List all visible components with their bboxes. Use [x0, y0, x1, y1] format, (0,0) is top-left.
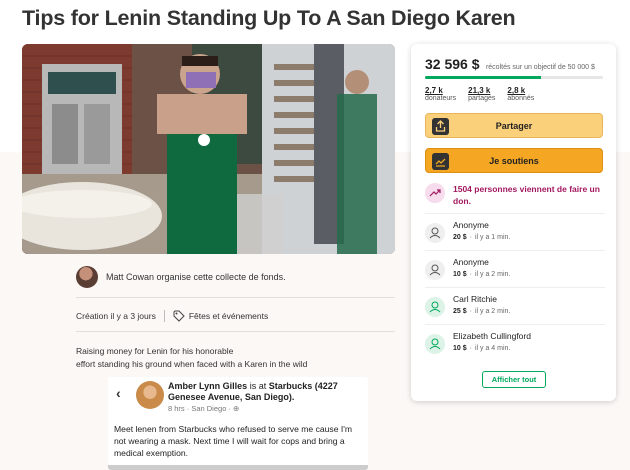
- donor-name: Anonyme: [453, 257, 489, 267]
- donor-detail: 10 $ · il y a 2 min.: [453, 271, 511, 278]
- stat-label: donateurs: [425, 95, 457, 102]
- progress-fill: [425, 76, 541, 79]
- donor-amount: 10 $: [453, 271, 467, 278]
- campaign-stats: 2,7 k donateurs 21,3 k partages 2,8 k ab…: [425, 86, 534, 102]
- campaign-meta: Création il y a 3 jours Fêtes et événeme…: [76, 310, 268, 322]
- donor-icon: [425, 334, 445, 354]
- divider: [76, 331, 395, 332]
- donor-item: Carl Ritchie 25 $ · il y a 2 min.: [425, 287, 605, 324]
- divider: [76, 297, 395, 298]
- post-timestamp: 8 hrs · San Diego · ⊕: [168, 404, 239, 413]
- page-title: Tips for Lenin Standing Up To A San Dieg…: [22, 6, 516, 30]
- donor-time: il y a 2 min.: [474, 308, 511, 315]
- category-link[interactable]: Fêtes et événements: [189, 311, 268, 321]
- progress-bar: [425, 76, 603, 79]
- post-image-strip: [108, 465, 368, 470]
- donation-sidebar: 32 596 $ récoltés sur un objectif de 50 …: [411, 44, 616, 401]
- back-arrow-icon: ‹: [116, 385, 121, 401]
- globe-icon: ⊕: [233, 404, 240, 413]
- donate-button[interactable]: Je soutiens: [425, 148, 603, 173]
- show-all-button[interactable]: Afficher tout: [482, 371, 546, 388]
- organizer: Matt Cowan organise cette collecte de fo…: [76, 266, 286, 288]
- trending-icon: [425, 183, 445, 203]
- donor-detail: 25 $ · il y a 2 min.: [453, 308, 511, 315]
- hero-image[interactable]: [22, 44, 395, 254]
- post-body: Meet lenen from Starbucks who refused to…: [114, 424, 353, 458]
- share-label: Partager: [495, 120, 533, 131]
- donor-name: Anonyme: [453, 220, 489, 230]
- donor-icon: [425, 260, 445, 280]
- raised-amount: 32 596 $: [425, 56, 480, 72]
- organizer-text: Matt Cowan organise cette collecte de fo…: [106, 272, 286, 282]
- donor-list: Anonyme 20 $ · il y a 1 min. Anonyme 10 $ ·…: [425, 213, 605, 361]
- organizer-avatar[interactable]: [76, 266, 98, 288]
- tag-icon: [173, 310, 185, 322]
- stat-donors[interactable]: 2,7 k donateurs: [425, 86, 456, 102]
- donor-time: il y a 1 min.: [474, 234, 511, 241]
- stat-shares[interactable]: 21,3 k partages: [468, 86, 495, 102]
- stat-label: partages: [468, 95, 496, 102]
- donate-label: Je soutiens: [489, 155, 539, 166]
- post-when: 8 hrs · San Diego ·: [168, 404, 234, 413]
- stat-value: 2,8 k: [507, 86, 526, 95]
- donor-amount: 25 $: [453, 308, 467, 315]
- post-author: Amber Lynn Gilles: [168, 381, 248, 391]
- stat-label: abonnés: [507, 95, 535, 102]
- post-is-at: is at: [249, 381, 267, 391]
- divider: [163, 310, 165, 322]
- stat-value: 2,7 k: [425, 86, 443, 95]
- donor-name: Carl Ritchie: [453, 294, 497, 304]
- trend-text: 1504 personnes viennent de faire un don.: [453, 184, 600, 206]
- donate-icon: [432, 153, 449, 170]
- donor-icon: [425, 223, 445, 243]
- donor-icon: [425, 297, 445, 317]
- campaign-description: Raising money for Lenin for his honorabl…: [76, 345, 376, 371]
- stat-value: 21,3 k: [468, 86, 491, 95]
- created-text: Création il y a 3 jours: [76, 311, 156, 321]
- donor-time: il y a 2 min.: [474, 271, 511, 278]
- post-author-avatar: [136, 381, 164, 409]
- goal-text: récoltés sur un objectif de 50 000 $: [485, 64, 595, 71]
- donor-detail: 10 $ · il y a 4 min.: [453, 345, 511, 352]
- donor-time: il y a 4 min.: [474, 345, 511, 352]
- embedded-facebook-post: ‹ Amber Lynn Gilles is at Starbucks (422…: [108, 377, 368, 470]
- description-line: effort standing his ground when faced wi…: [76, 359, 308, 369]
- share-icon: [432, 118, 449, 135]
- donor-name: Elizabeth Cullingford: [453, 331, 531, 341]
- donor-item: Elizabeth Cullingford 10 $ · il y a 4 min.: [425, 324, 605, 361]
- donor-item: Anonyme 10 $ · il y a 2 min.: [425, 250, 605, 287]
- donor-amount: 10 $: [453, 345, 467, 352]
- donor-item: Anonyme 20 $ · il y a 1 min.: [425, 213, 605, 250]
- donor-detail: 20 $ · il y a 1 min.: [453, 234, 511, 241]
- stat-followers[interactable]: 2,8 k abonnés: [507, 86, 534, 102]
- donor-amount: 20 $: [453, 234, 467, 241]
- share-button[interactable]: Partager: [425, 113, 603, 138]
- description-line: Raising money for Lenin for his honorabl…: [76, 346, 234, 356]
- post-header: Amber Lynn Gilles is at Starbucks (4227 …: [168, 381, 364, 403]
- raised-summary: 32 596 $ récoltés sur un objectif de 50 …: [425, 56, 595, 74]
